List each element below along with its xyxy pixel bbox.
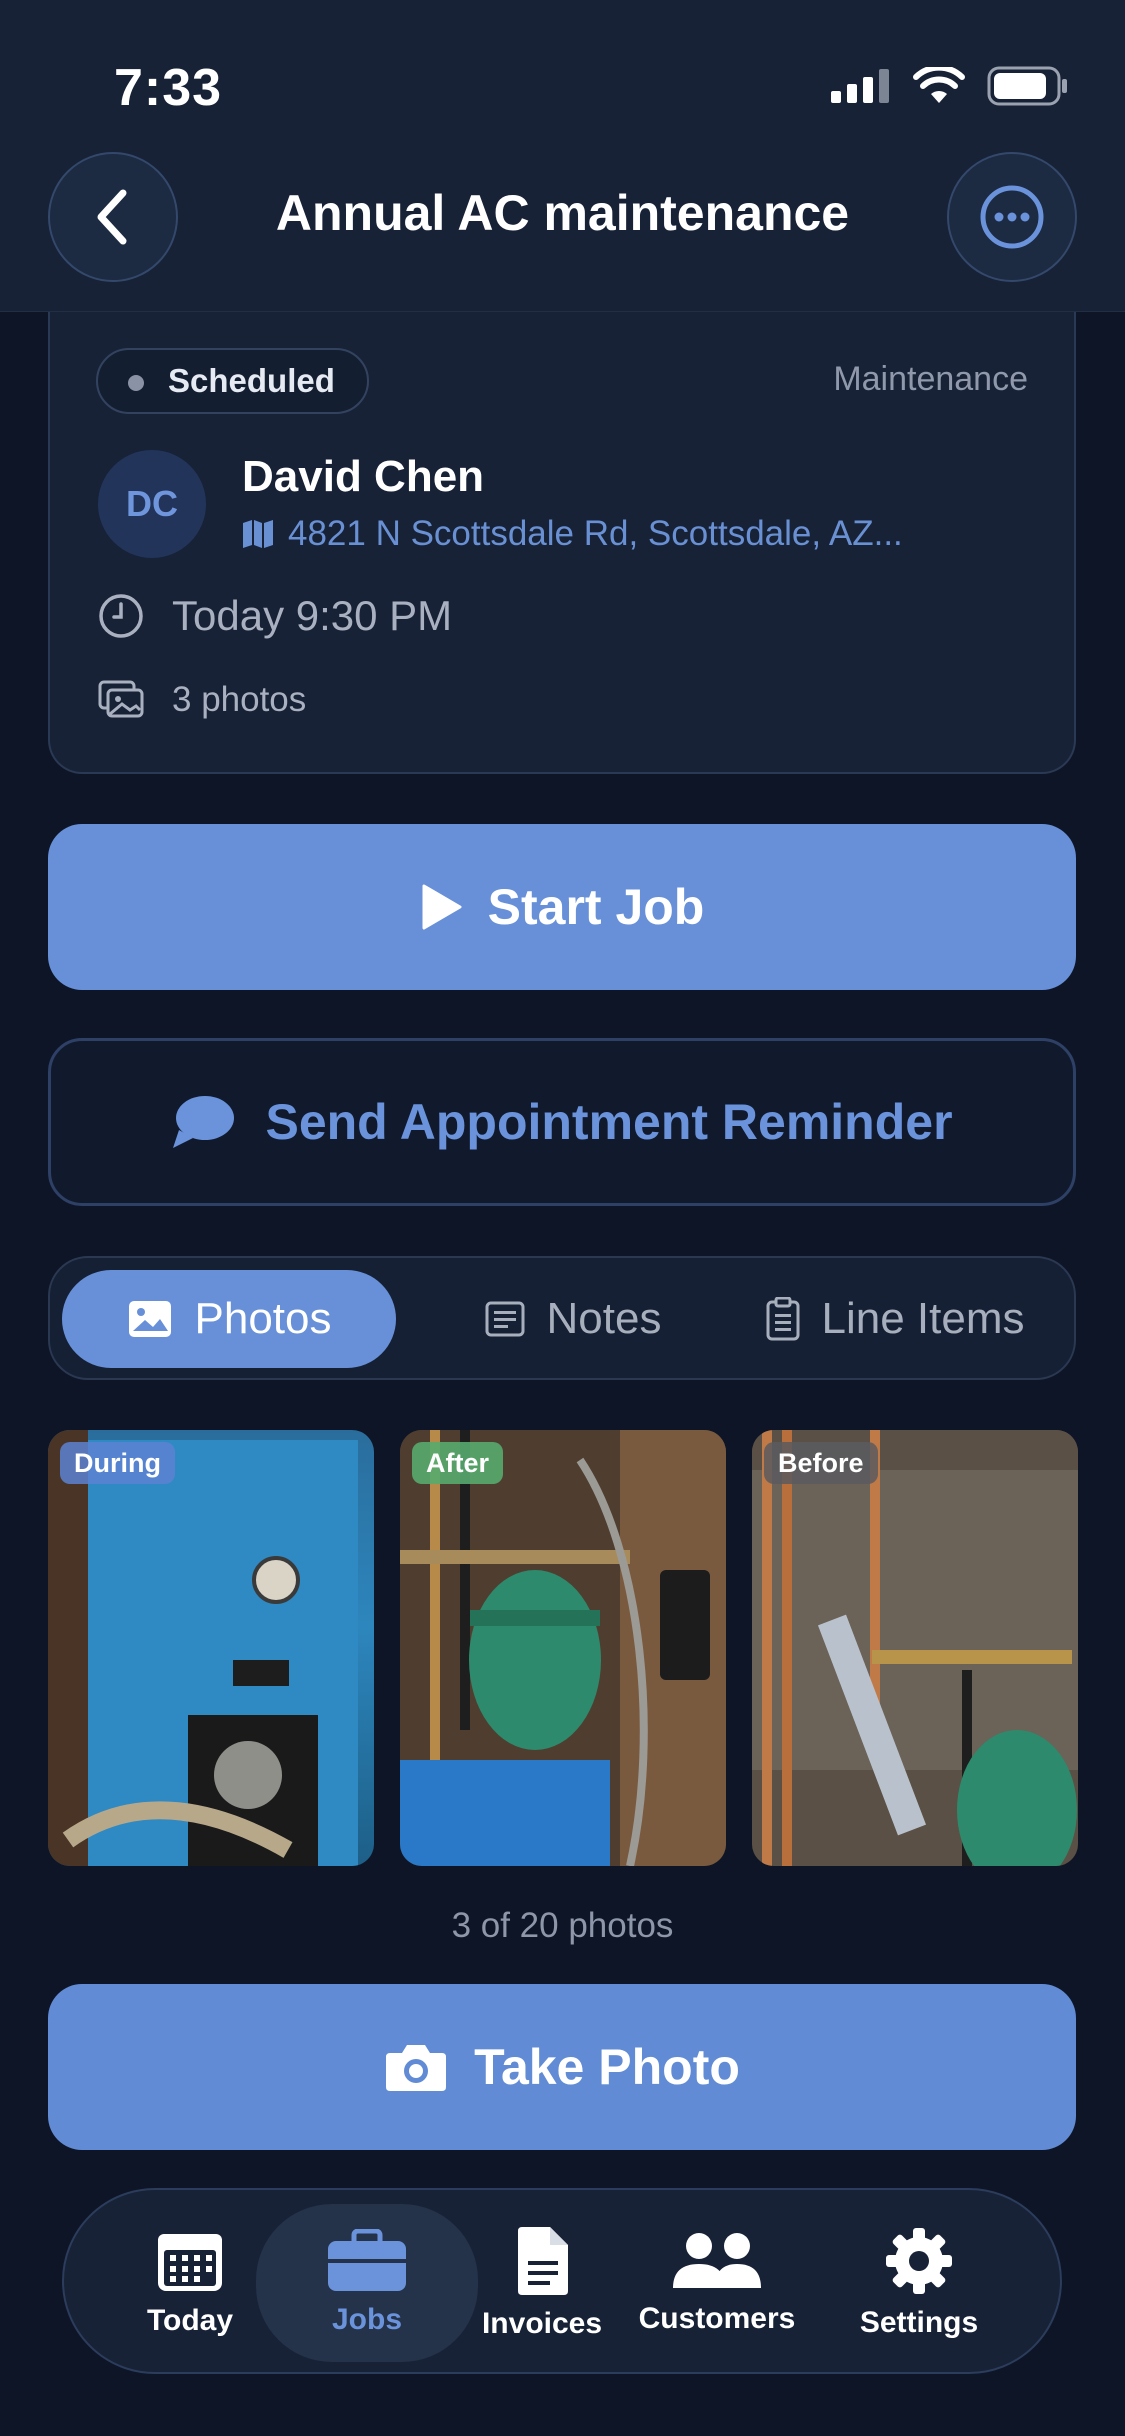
wifi-icon [913,67,965,103]
photo-thumbnail [48,1430,358,1866]
photo-tag: During [60,1442,175,1484]
more-options-button[interactable] [947,152,1077,282]
navigation-header: 7:33 Annual AC maintenance [0,0,1125,312]
job-photo-after[interactable]: After [400,1430,726,1866]
scheduled-time: Today 9:30 PM [172,592,453,639]
tabbar-item-settings[interactable]: Settings [844,2190,994,2376]
tab-notes-label: Notes [546,1294,662,1343]
tabbar-item-jobs[interactable]: Jobs [256,2204,478,2362]
start-job-label: Start Job [487,879,705,935]
job-photo-before[interactable]: Before [752,1430,1078,1866]
job-summary-card: Scheduled Maintenance DC David Chen 4821… [48,270,1076,774]
notes-icon [485,1301,525,1337]
chat-bubble-icon [173,1096,235,1148]
photos-stack-icon [98,680,144,718]
tabbar-item-invoices[interactable]: Invoices [472,2190,612,2376]
document-icon [518,2227,568,2295]
start-job-button[interactable]: Start Job [48,824,1076,990]
job-detail-screen: 7:33 Annual AC maintenance Scheduled Mai… [0,0,1125,2436]
battery-icon [987,66,1067,106]
tabbar-label: Settings [859,2306,979,2339]
content-tabs: Photos Notes Line Items [48,1256,1076,1380]
scheduled-time-row: Today 9:30 PM [98,592,452,640]
gear-icon [886,2228,952,2294]
tabbar-label: Invoices [481,2307,603,2340]
camera-icon [386,2045,447,2091]
photo-count-row: 3 photos [98,680,306,720]
gallery-photo-count: 3 of 20 photos [451,1906,674,1945]
users-icon [673,2233,761,2288]
tabbar-item-today[interactable]: Today [120,2190,260,2376]
clock-icon [99,594,143,638]
cellular-signal-icon [831,69,889,103]
ellipsis-circle-icon [980,185,1044,249]
photo-count-label: 3 photos [172,680,307,719]
tabbar-label: Jobs [331,2303,403,2336]
status-dot [128,375,144,391]
tab-photos[interactable]: Photos [62,1270,396,1368]
tab-line-items[interactable]: Line Items [720,1270,1070,1368]
calendar-icon [158,2234,222,2291]
customer-address-link[interactable]: 4821 N Scottsdale Rd, Scottsdale, AZ... [242,514,903,554]
tab-line-items-label: Line Items [821,1294,1025,1343]
customer-avatar: DC [98,450,206,558]
tabbar-label: Customers [638,2302,796,2335]
job-category: Maintenance [833,360,1028,398]
status-bar-icons [831,66,1069,106]
image-icon [128,1301,171,1337]
photo-thumbnail [400,1430,726,1866]
map-icon [243,520,273,548]
job-photo-during[interactable]: During [48,1430,374,1866]
tab-notes[interactable]: Notes [438,1270,708,1368]
send-reminder-label: Send Appointment Reminder [265,1094,953,1150]
photo-thumbnail [752,1430,1078,1866]
tabbar-item-customers[interactable]: Customers [612,2190,822,2376]
photo-tag: After [412,1442,504,1484]
photo-tag: Before [764,1442,878,1484]
customer-name[interactable]: David Chen [242,452,484,502]
clipboard-icon [766,1297,799,1341]
status-label: Scheduled [168,362,335,399]
tab-photos-label: Photos [194,1294,332,1343]
status-badge: Scheduled [96,348,369,414]
take-photo-label: Take Photo [474,2039,740,2095]
play-icon [422,884,462,930]
briefcase-icon [328,2229,406,2291]
tabbar-label: Today [146,2304,234,2337]
take-photo-button[interactable]: Take Photo [48,1984,1076,2150]
bottom-tab-bar: Today Jobs Invoices Customers Settings [62,2188,1062,2374]
status-bar-time: 7:33 [114,59,223,117]
send-reminder-button[interactable]: Send Appointment Reminder [48,1038,1076,1206]
address-text: 4821 N Scottsdale Rd, Scottsdale, AZ... [288,514,903,553]
